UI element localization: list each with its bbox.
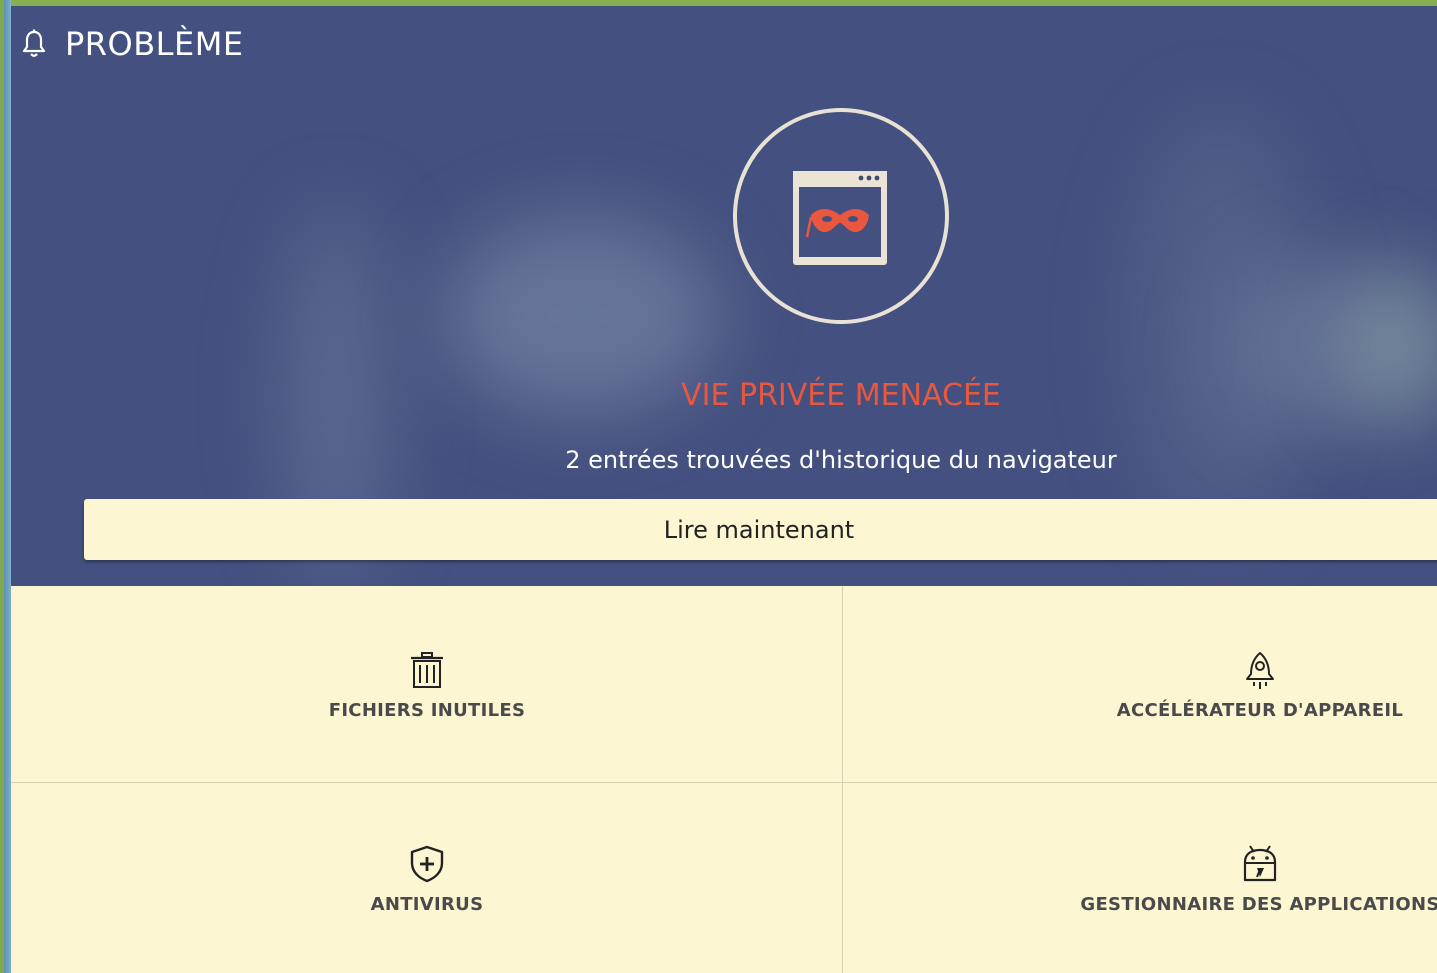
tile-label: ANTIVIRUS	[370, 894, 484, 915]
shield-plus-icon	[410, 845, 444, 883]
grid-divider-horizontal	[11, 782, 1437, 783]
trash-icon	[411, 652, 443, 688]
window-frame-left	[0, 0, 11, 973]
app-manager-icon	[1243, 845, 1277, 882]
threat-title: VIE PRIVÉE MENACÉE	[681, 378, 1001, 413]
tile-app-manager[interactable]: GESTIONNAIRE DES APPLICATIONS	[843, 782, 1437, 973]
bell-icon	[22, 29, 46, 57]
tile-antivirus[interactable]: ANTIVIRUS	[11, 782, 843, 973]
grid-divider-vertical	[842, 586, 843, 973]
threat-panel: PROBLÈME VIE PRIVÉE MENACÉE 2 entrées tr…	[11, 6, 1437, 586]
page-title: PROBLÈME	[65, 25, 244, 63]
browser-mask-icon	[793, 171, 887, 265]
tools-grid: FICHIERS INUTILES ACCÉLÉRATEUR D'APPAREI…	[11, 586, 1437, 973]
tile-junk-files[interactable]: FICHIERS INUTILES	[11, 586, 843, 782]
tile-device-accelerator[interactable]: ACCÉLÉRATEUR D'APPAREIL	[843, 586, 1437, 782]
tile-label: FICHIERS INUTILES	[328, 700, 526, 721]
read-now-button[interactable]: Lire maintenant	[84, 499, 1437, 560]
app-screen: PROBLÈME VIE PRIVÉE MENACÉE 2 entrées tr…	[11, 6, 1437, 973]
tile-label: GESTIONNAIRE DES APPLICATIONS	[1080, 894, 1437, 915]
tile-label: ACCÉLÉRATEUR D'APPAREIL	[1116, 700, 1404, 721]
rocket-icon	[1246, 652, 1274, 689]
threat-description: 2 entrées trouvées d'historique du navig…	[565, 446, 1117, 474]
header: PROBLÈME	[21, 24, 244, 64]
